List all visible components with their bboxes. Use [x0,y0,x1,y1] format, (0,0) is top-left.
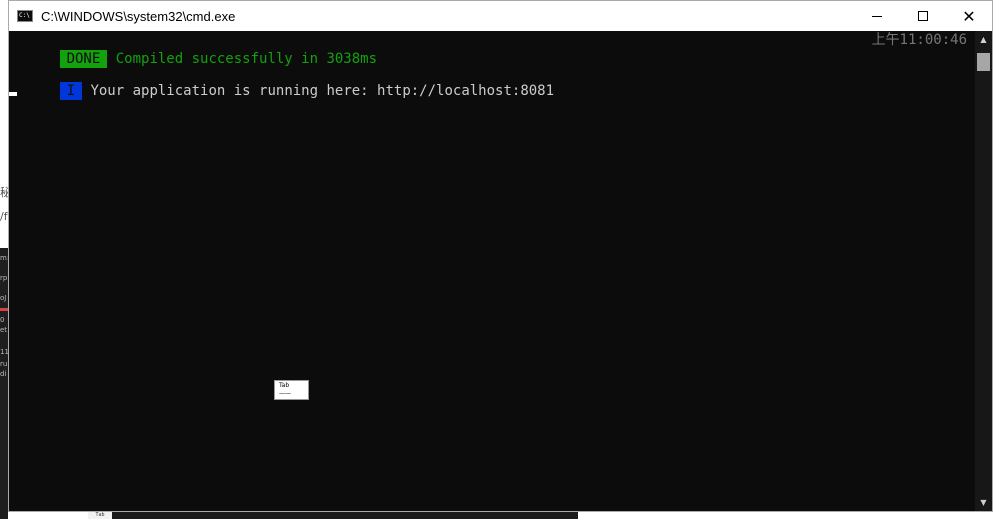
ime-popup-line-1: Tab [279,382,290,389]
background-text-7: et [0,326,8,334]
close-icon: ✕ [962,6,976,26]
maximize-icon [918,11,928,21]
window-controls: ✕ [854,1,992,31]
background-text-6: 0 [0,316,5,324]
background-text-5: oJ [0,294,7,302]
console-line-done: DONE Compiled successfully in 3038ms [9,32,377,68]
scroll-up-icon[interactable]: ▲ [975,31,992,48]
minimize-icon [872,15,882,17]
info-badge: I [59,82,83,100]
background-text-10: di [0,370,7,378]
text-cursor [9,92,17,96]
window-title: C:\WINDOWS\system32\cmd.exe [41,8,236,24]
close-button[interactable]: ✕ [946,1,992,31]
maximize-button[interactable] [900,1,946,31]
scroll-down-icon[interactable]: ▼ [975,494,992,511]
scroll-thumb[interactable] [977,53,990,71]
console-output[interactable]: DONE Compiled successfully in 3038ms I Y… [9,31,969,511]
minimize-button[interactable] [854,1,900,31]
running-message: Your application is running here: http:/… [90,83,555,99]
vertical-scrollbar[interactable]: ▲ ▼ [975,31,992,511]
background-text-4: rp [0,274,8,282]
background-text-2: /f [0,210,8,223]
ime-popup[interactable]: Tab —— [274,380,309,400]
background-tab-chip[interactable]: Tab [88,511,112,519]
background-terminal: m: rp oJ 0 et 11 ru di [0,248,9,519]
background-error-marker [0,308,8,311]
cmd-window: C:\ C:\WINDOWS\system32\cmd.exe ✕ DONE C… [8,0,993,512]
title-bar[interactable]: C:\ C:\WINDOWS\system32\cmd.exe ✕ [9,1,992,31]
cmd-app-icon[interactable]: C:\ [17,10,33,22]
console-line-running: I Your application is running here: http… [9,64,554,100]
ime-popup-line-2: —— [279,390,291,397]
timestamp: 上午11:00:46 [871,32,967,48]
background-text-9: ru [0,360,8,368]
